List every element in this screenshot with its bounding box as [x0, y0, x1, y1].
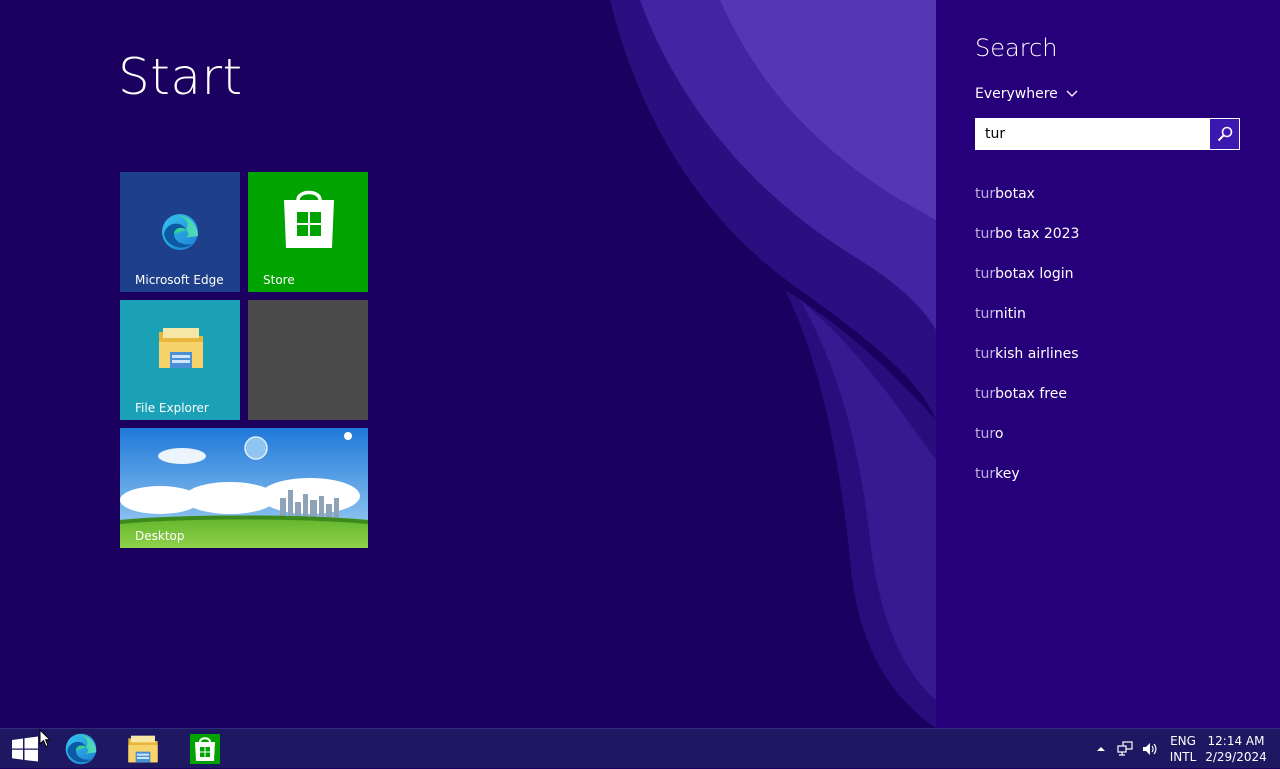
- taskbar: ENG INTL 12:14 AM 2/29/2024: [0, 728, 1280, 768]
- start-title: Start: [118, 48, 243, 106]
- show-hidden-icons-button[interactable]: [1092, 729, 1110, 769]
- folder-icon: [159, 328, 203, 368]
- speaker-icon: [1143, 743, 1157, 755]
- suggestion-item[interactable]: turbotax: [975, 184, 1079, 224]
- suggestion-item[interactable]: turkish airlines: [975, 344, 1079, 384]
- network-button[interactable]: [1114, 729, 1136, 769]
- edge-icon: [65, 733, 97, 765]
- tile-label-file-explorer: File Explorer: [135, 401, 209, 415]
- scope-dropdown[interactable]: Everywhere: [975, 86, 1078, 102]
- clock-date: 2/29/2024: [1205, 750, 1267, 764]
- taskbar-store-button[interactable]: [182, 729, 228, 769]
- search-charm: Search Everywhere turbotax turbo tax 202…: [936, 0, 1280, 728]
- tile-desktop[interactable]: Desktop: [120, 428, 368, 548]
- language-code: ENG: [1170, 734, 1196, 748]
- start-screen: Start Microsoft Edge Store File Explorer…: [0, 0, 936, 728]
- search-icon: [1217, 126, 1232, 142]
- network-icon: [1117, 741, 1133, 756]
- folder-icon: [128, 735, 158, 763]
- taskbar-file-explorer-button[interactable]: [120, 729, 166, 769]
- scope-label: Everywhere: [975, 86, 1058, 102]
- search-box: [975, 118, 1240, 150]
- tile-label-desktop: Desktop: [135, 529, 185, 543]
- tile-microsoft-edge[interactable]: Microsoft Edge: [120, 172, 240, 292]
- clock-time: 12:14 AM: [1207, 734, 1265, 748]
- chevron-down-icon: [1066, 90, 1078, 97]
- keyboard-layout: INTL: [1169, 750, 1197, 764]
- suggestion-item[interactable]: turbo tax 2023: [975, 224, 1079, 264]
- store-icon: [190, 734, 220, 764]
- input-language-indicator[interactable]: ENG INTL: [1166, 733, 1200, 765]
- taskbar-edge-button[interactable]: [58, 729, 104, 769]
- clock[interactable]: 12:14 AM 2/29/2024: [1204, 733, 1268, 765]
- tile-empty[interactable]: [248, 300, 368, 420]
- tile-label-edge: Microsoft Edge: [135, 273, 224, 287]
- tile-label-store: Store: [263, 273, 295, 287]
- tile-file-explorer[interactable]: File Explorer: [120, 300, 240, 420]
- store-icon: [284, 190, 334, 248]
- search-title: Search: [975, 34, 1058, 62]
- suggestion-item[interactable]: turkey: [975, 464, 1079, 504]
- search-input[interactable]: [976, 119, 1210, 149]
- mouse-pointer-icon: [39, 729, 51, 748]
- suggestion-item[interactable]: turnitin: [975, 304, 1079, 344]
- suggestion-item[interactable]: turbotax login: [975, 264, 1079, 304]
- tile-store[interactable]: Store: [248, 172, 368, 292]
- chevron-up-icon: [1097, 747, 1105, 751]
- suggestion-item[interactable]: turbotax free: [975, 384, 1079, 424]
- windows-logo-icon: [12, 736, 38, 762]
- volume-button[interactable]: [1138, 729, 1160, 769]
- search-button[interactable]: [1210, 119, 1239, 149]
- edge-icon: [162, 214, 198, 250]
- suggestion-item[interactable]: turo: [975, 424, 1079, 464]
- suggestion-list: turbotax turbo tax 2023 turbotax login t…: [975, 184, 1079, 504]
